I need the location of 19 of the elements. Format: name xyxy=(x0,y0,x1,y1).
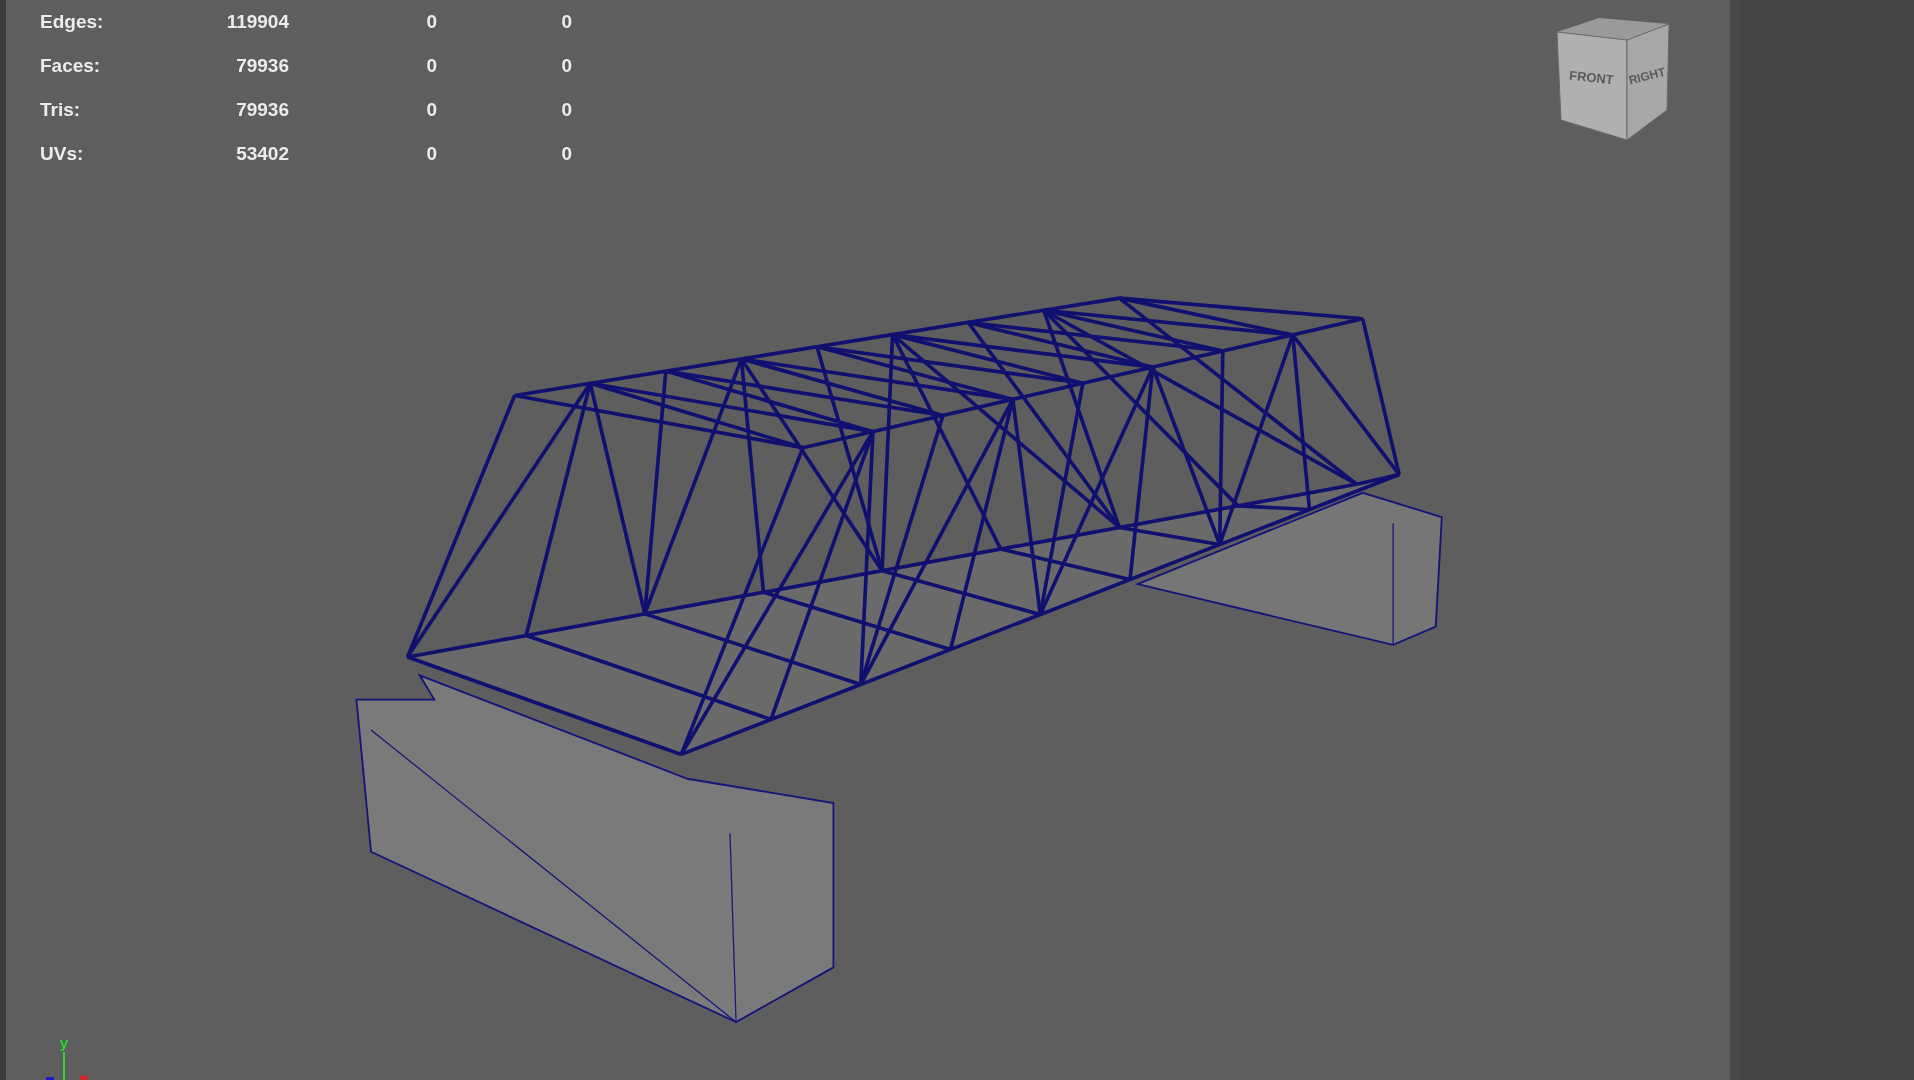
stat-label: UVs: xyxy=(40,143,85,165)
stat-value: 119904 xyxy=(226,11,289,33)
viewport-panel[interactable]: Edges: 119904 0 0 Faces: 79936 0 0 Tris: 79936 0 0 UVs: 53402 0 0 FRONT RIGHT y xyxy=(0,0,1740,1080)
stat-value: 0 xyxy=(561,11,572,33)
view-cube[interactable]: FRONT RIGHT xyxy=(1546,10,1692,140)
stat-value: 53402 xyxy=(236,143,289,165)
stat-value: 0 xyxy=(426,143,437,165)
stat-label: Edges: xyxy=(40,11,105,33)
stat-value: 0 xyxy=(561,143,572,165)
stat-value: 79936 xyxy=(236,99,289,121)
stat-value: 0 xyxy=(561,99,572,121)
stat-value: 0 xyxy=(561,55,572,77)
axis-indicator-drawing: y xyxy=(38,1032,98,1080)
stat-label: Faces: xyxy=(40,55,102,77)
stat-value: 0 xyxy=(426,11,437,33)
stat-value: 0 xyxy=(426,99,437,121)
stat-value: 0 xyxy=(426,55,437,77)
stat-value: 79936 xyxy=(236,55,289,77)
stat-label: Tris: xyxy=(40,99,82,121)
